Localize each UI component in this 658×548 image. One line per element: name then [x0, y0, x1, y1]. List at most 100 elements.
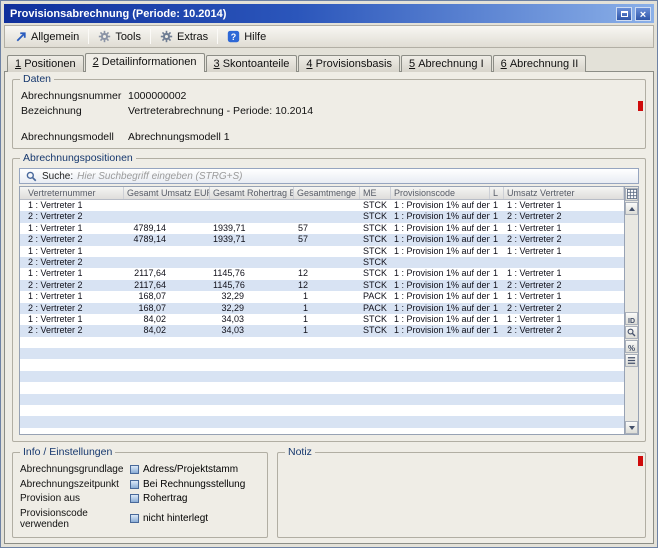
tab-abrechnung-ii[interactable]: 6 Abrechnung II: [493, 55, 587, 72]
table-row-6[interactable]: 2 : Vertreter 2 STCK: [20, 257, 624, 268]
cell-umsatz: [124, 246, 210, 257]
bezeichnung-value[interactable]: Vertreterabrechnung - Periode: 10.2014: [128, 105, 313, 128]
cell-vertreter: 1 : Vertreter 1: [20, 314, 124, 325]
cell-menge: 57: [294, 223, 360, 234]
tab-number: 3: [214, 58, 220, 70]
cell-umsatz_vertreter: 1 : Vertreter 1: [504, 268, 624, 279]
allgemein-icon: [14, 30, 27, 43]
menu-item-extras[interactable]: Extras: [154, 28, 214, 45]
abrechnungsmodell-value[interactable]: Abrechnungsmodell 1: [128, 131, 230, 143]
table-row-11[interactable]: 1 : Vertreter 184,0234,031STCK1 : Provis…: [20, 314, 624, 325]
empty-row: [20, 348, 624, 359]
cell-vertreter: 2 : Vertreter 2: [20, 234, 124, 245]
cell-menge: [294, 200, 360, 211]
positions-table: VertreternummerGesamt Umsatz EURGesamt R…: [19, 186, 639, 435]
tab-content-panel: Daten Abrechnungsnummer 1000000002 Bezei…: [4, 71, 654, 544]
value-bullet-icon: [130, 514, 139, 523]
search-input[interactable]: [77, 171, 633, 182]
help-icon: ?: [227, 30, 240, 43]
column-header-umsatz[interactable]: Gesamt Umsatz EUR: [124, 187, 210, 199]
notiz-group[interactable]: Notiz: [277, 452, 646, 538]
table-row-10[interactable]: 2 : Vertreter 2168,0732,291PACK1 : Provi…: [20, 303, 624, 314]
menu-item-hilfe[interactable]: ? Hilfe: [221, 28, 272, 45]
menu-item-tools[interactable]: Tools: [92, 28, 147, 45]
toolbar-separator: [150, 29, 151, 44]
column-header-provisionscode[interactable]: Provisionscode: [391, 187, 490, 199]
info-value-wrap: Bei Rechnungsstellung: [130, 479, 245, 490]
column-header-l[interactable]: L: [490, 187, 504, 199]
column-header-rohertrag[interactable]: Gesamt Rohertrag EUR: [210, 187, 294, 199]
cell-umsatz: [124, 211, 210, 222]
info-label: Abrechnungsgrundlage: [20, 464, 130, 475]
empty-row: [20, 428, 624, 434]
menu-item-label: Allgemein: [31, 31, 79, 43]
table-row-3[interactable]: 1 : Vertreter 14789,141939,7157STCK1 : P…: [20, 223, 624, 234]
tab-label: Abrechnung I: [418, 58, 483, 70]
value-bullet-icon: [130, 494, 139, 503]
cell-vertreter: 1 : Vertreter 1: [20, 246, 124, 257]
cell-umsatz_vertreter: 1 : Vertreter 1: [504, 223, 624, 234]
table-row-7[interactable]: 1 : Vertreter 12117,641145,7612STCK1 : P…: [20, 268, 624, 279]
cell-rohertrag: 1145,76: [210, 280, 294, 291]
cell-me: STCK: [360, 257, 391, 268]
empty-row: [20, 405, 624, 416]
empty-row: [20, 394, 624, 405]
info-row-3: Provision ausRohertrag: [20, 493, 260, 504]
cell-l: 1: [490, 268, 504, 279]
close-icon: [640, 5, 646, 23]
cell-l: 1: [490, 234, 504, 245]
table-header-row: VertreternummerGesamt Umsatz EURGesamt R…: [20, 187, 624, 200]
column-header-vertreter[interactable]: Vertreternummer: [20, 187, 124, 199]
extras-gear-icon: [160, 30, 173, 43]
search-bar[interactable]: Suche:: [19, 168, 639, 184]
table-row-2[interactable]: 2 : Vertreter 2STCK1 : Provision 1% auf …: [20, 211, 624, 222]
notiz-group-label: Notiz: [285, 446, 315, 459]
table-row-1[interactable]: 1 : Vertreter 1STCK1 : Provision 1% auf …: [20, 200, 624, 211]
tab-label: Provisionsbasis: [316, 58, 392, 70]
maximize-button[interactable]: [616, 7, 632, 21]
bezeichnung-row: Bezeichnung Vertreterabrechnung - Period…: [21, 105, 637, 128]
table-row-8[interactable]: 2 : Vertreter 22117,641145,7612STCK1 : P…: [20, 280, 624, 291]
tab-label: Skontoanteile: [223, 58, 290, 70]
tab-strip: 1 Positionen2 Detailinformationen3 Skont…: [4, 51, 654, 72]
tab-positionen[interactable]: 1 Positionen: [7, 55, 84, 72]
list-icon: [627, 352, 636, 370]
info-group-label: Info / Einstellungen: [20, 446, 115, 459]
info-value-wrap: nicht hinterlegt: [130, 513, 208, 524]
tab-skontoanteile[interactable]: 3 Skontoanteile: [206, 55, 298, 72]
cell-vertreter: 2 : Vertreter 2: [20, 257, 124, 268]
tab-number: 5: [409, 58, 415, 70]
cell-l: 1: [490, 200, 504, 211]
abrechnungsnummer-value[interactable]: 1000000002: [128, 90, 186, 102]
scroll-down-button[interactable]: [625, 421, 638, 434]
tab-provisionsbasis[interactable]: 4 Provisionsbasis: [298, 55, 400, 72]
tab-label: Positionen: [24, 58, 75, 70]
bottom-row: Info / Einstellungen Abrechnungsgrundlag…: [12, 452, 646, 538]
column-chooser-button[interactable]: [625, 188, 638, 201]
window-title: Provisionsabrechnung (Periode: 10.2014): [10, 8, 613, 20]
column-header-me[interactable]: ME: [360, 187, 391, 199]
scroll-up-button[interactable]: [625, 202, 638, 215]
tab-detailinformationen[interactable]: 2 Detailinformationen: [85, 53, 205, 72]
menu-item-label: Hilfe: [244, 31, 266, 43]
search-icon: [25, 170, 38, 183]
close-button[interactable]: [635, 7, 651, 21]
column-header-menge[interactable]: Gesamtmenge: [294, 187, 360, 199]
abrechnungsnummer-label: Abrechnungsnummer: [21, 90, 128, 102]
info-label: Provisionscode verwenden: [20, 508, 130, 530]
tab-number: 4: [306, 58, 312, 70]
cell-umsatz_vertreter: 2 : Vertreter 2: [504, 234, 624, 245]
abrechnungsmodell-row: Abrechnungsmodell Abrechnungsmodell 1: [21, 131, 637, 143]
list-button[interactable]: [625, 354, 638, 367]
menu-item-allgemein[interactable]: Allgemein: [8, 28, 85, 45]
titlebar[interactable]: Provisionsabrechnung (Periode: 10.2014): [4, 4, 654, 23]
table-row-4[interactable]: 2 : Vertreter 24789,141939,7157STCK1 : P…: [20, 234, 624, 245]
table-row-12[interactable]: 2 : Vertreter 284,0234,031STCK1 : Provis…: [20, 325, 624, 336]
column-header-umsatz_vertreter[interactable]: Umsatz Vertreter: [504, 187, 624, 199]
tab-number: 2: [93, 56, 99, 68]
table-row-5[interactable]: 1 : Vertreter 1STCK1 : Provision 1% auf …: [20, 246, 624, 257]
cell-vertreter: 2 : Vertreter 2: [20, 280, 124, 291]
table-row-9[interactable]: 1 : Vertreter 1168,0732,291PACK1 : Provi…: [20, 291, 624, 302]
cell-menge: [294, 246, 360, 257]
tab-abrechnung-i[interactable]: 5 Abrechnung I: [401, 55, 492, 72]
